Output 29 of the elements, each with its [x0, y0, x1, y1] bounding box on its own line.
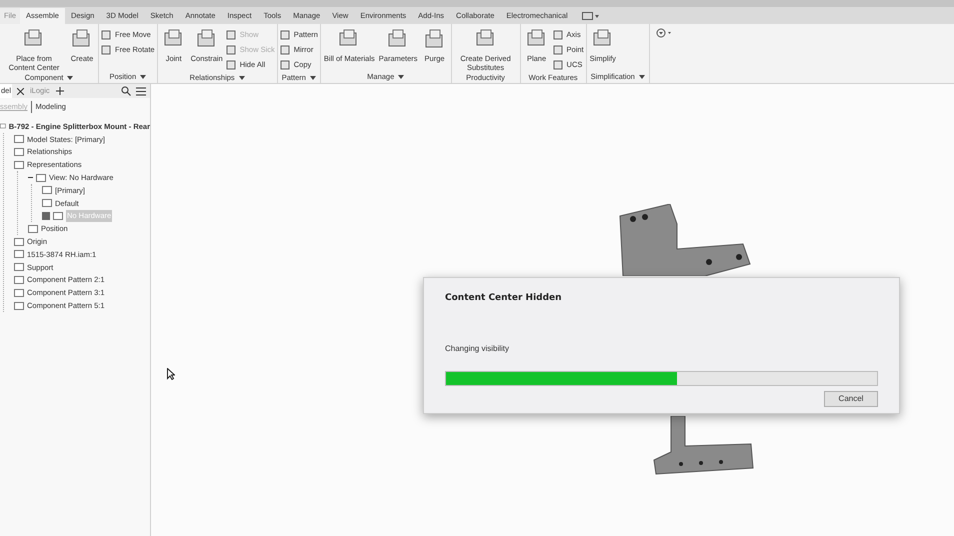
- tool-icon: [101, 29, 112, 40]
- close-icon[interactable]: [17, 88, 24, 94]
- status-message: Changing visibility: [445, 342, 510, 354]
- dropdown-caret-icon: [310, 76, 316, 80]
- checkbox[interactable]: [42, 212, 50, 220]
- tool-icon: [226, 29, 237, 40]
- dropdown-caret-icon: [238, 76, 245, 80]
- tool-icon: [552, 44, 564, 55]
- dropdown-icon[interactable]: [582, 12, 600, 20]
- dropdown-circle-icon[interactable]: [656, 28, 672, 38]
- mouse-cursor-icon: [167, 368, 175, 380]
- tool-icon: [101, 44, 112, 55]
- dialog-title: Content Center Hidden: [445, 292, 563, 305]
- tool-icon: [280, 59, 291, 70]
- tool-icon: [552, 29, 564, 40]
- tool-icon: [226, 44, 237, 55]
- tool-icon: [280, 29, 291, 40]
- dropdown-caret-icon: [67, 76, 74, 80]
- dropdown-caret-icon: [398, 74, 404, 78]
- add-icon[interactable]: [56, 87, 64, 95]
- dropdown-caret-icon: [140, 74, 146, 78]
- dropdown-caret-icon: [638, 74, 645, 78]
- collapse-icon[interactable]: [28, 175, 33, 180]
- tool-icon: [280, 44, 291, 55]
- cancel-button[interactable]: Cancel: [824, 390, 878, 406]
- menu-icon[interactable]: [136, 86, 146, 96]
- tool-icon: [226, 59, 237, 70]
- search-icon[interactable]: [121, 86, 131, 96]
- tool-icon: [552, 59, 564, 70]
